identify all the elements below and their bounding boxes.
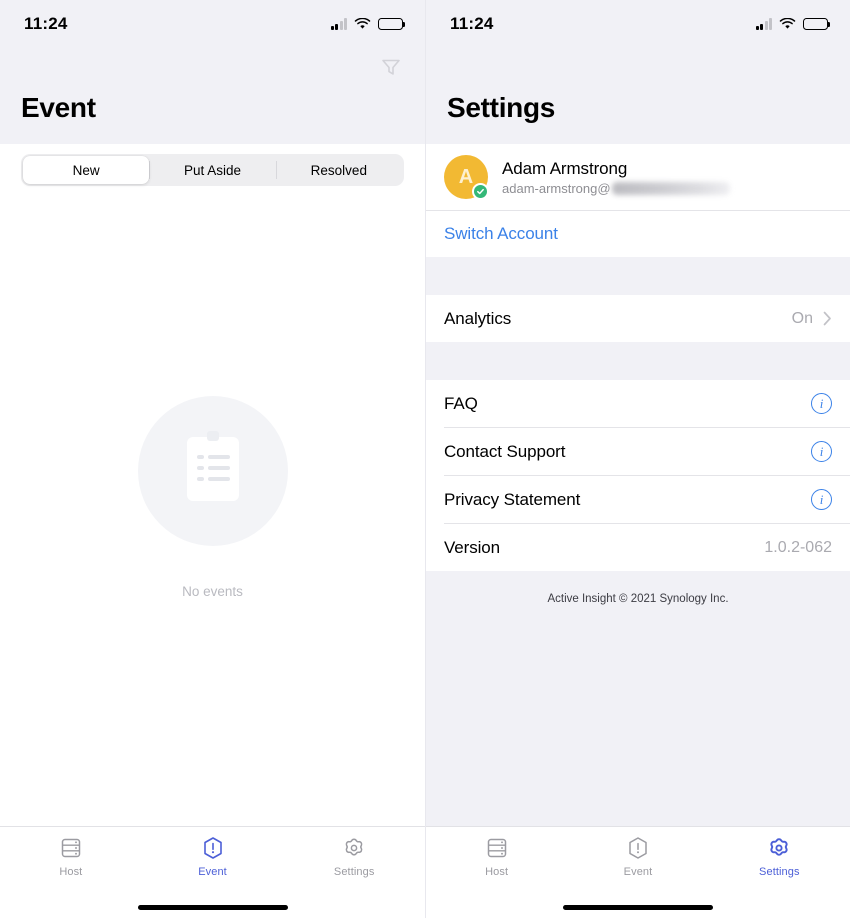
account-email: adam-armstrong@ — [502, 181, 730, 196]
row-faq-label: FAQ — [444, 393, 478, 413]
clipboard-icon — [186, 431, 239, 501]
battery-full-icon — [803, 18, 831, 30]
gear-icon — [345, 838, 363, 856]
row-privacy-statement-label: Privacy Statement — [444, 489, 581, 509]
nav-actions-right — [447, 48, 828, 86]
status-bar-left: 11:24 — [0, 0, 425, 48]
hexagon-exclamation-icon — [629, 837, 647, 859]
server-rack-icon — [487, 838, 506, 858]
row-privacy-statement[interactable]: Privacy Statement i — [426, 476, 850, 523]
check-badge-icon — [472, 183, 489, 200]
status-icons-right — [755, 18, 831, 30]
section-gap-2 — [426, 342, 850, 380]
settings-list: A Adam Armstrong adam-armstrong@ Switch … — [426, 144, 850, 826]
filter-funnel-icon[interactable] — [379, 55, 403, 79]
row-analytics-value: On — [791, 309, 813, 327]
account-name: Adam Armstrong — [502, 158, 628, 178]
account-email-redacted — [611, 181, 730, 195]
home-indicator-right — [563, 905, 713, 910]
page-title-settings: Settings — [447, 92, 556, 123]
segment-new[interactable]: New — [23, 156, 150, 184]
row-contact-support-label: Contact Support — [444, 441, 566, 461]
segmented-control-wrap: New Put Aside Resolved — [0, 144, 425, 198]
account-text: Adam Armstrong adam-armstrong@ — [502, 159, 730, 196]
status-time-right: 11:24 — [450, 14, 494, 33]
copyright-text: Active Insight © 2021 Synology Inc. — [426, 571, 850, 605]
tab-settings[interactable]: Settings — [283, 827, 425, 878]
avatar-wrap: A — [444, 155, 489, 200]
chevron-right-icon — [823, 311, 831, 326]
home-indicator-left — [137, 905, 288, 910]
row-analytics[interactable]: Analytics On — [426, 295, 850, 342]
tab-bar-left: Host Event Settings — [0, 826, 425, 918]
tab-settings-label: Settings — [759, 866, 800, 878]
segmented-control[interactable]: New Put Aside Resolved — [21, 154, 404, 186]
event-nav-header: Event — [0, 48, 425, 144]
row-contact-support[interactable]: Contact Support i — [426, 428, 850, 475]
battery-full-icon — [378, 18, 406, 30]
row-analytics-label: Analytics — [444, 308, 512, 328]
tab-event-label: Event — [198, 866, 227, 878]
segment-resolved[interactable]: Resolved — [276, 156, 402, 184]
settings-group-2: FAQ i Contact Support i Privacy Statemen… — [426, 380, 850, 571]
tab-host-label: Host — [59, 866, 83, 878]
settings-screen: 11:24 Settings A Adam Armstrong adam-arm… — [425, 0, 850, 918]
account-row[interactable]: A Adam Armstrong adam-armstrong@ — [426, 144, 850, 210]
gear-icon — [770, 838, 788, 856]
tab-event[interactable]: Event — [567, 827, 708, 878]
empty-state: No events — [0, 198, 425, 826]
server-rack-icon — [61, 838, 81, 858]
tab-bar-right: Host Event Settings — [426, 826, 850, 918]
settings-nav-header: Settings — [426, 48, 850, 144]
info-circle-icon[interactable]: i — [811, 441, 832, 462]
tab-event-label: Event — [623, 866, 653, 878]
switch-account-label: Switch Account — [444, 224, 558, 243]
cellular-bars-icon — [330, 18, 347, 30]
cellular-bars-icon — [755, 18, 772, 30]
wifi-icon — [779, 18, 796, 29]
row-version: Version 1.0.2-062 — [426, 524, 850, 571]
row-version-label: Version — [444, 537, 501, 557]
status-time: 11:24 — [24, 14, 68, 33]
tab-event[interactable]: Event — [142, 827, 284, 878]
event-screen: 11:24 Event New Put Aside Resolved No ev… — [0, 0, 425, 918]
tab-settings[interactable]: Settings — [709, 827, 850, 878]
status-icons — [330, 18, 406, 30]
wifi-icon — [354, 18, 371, 29]
empty-state-circle — [137, 396, 288, 546]
segment-put-aside[interactable]: Put Aside — [149, 156, 275, 184]
nav-actions — [21, 48, 403, 86]
settings-group-1: Analytics On — [426, 295, 850, 342]
status-bar-right: 11:24 — [426, 0, 850, 48]
tab-settings-label: Settings — [333, 866, 375, 878]
row-version-value: 1.0.2-062 — [764, 538, 832, 556]
info-circle-icon[interactable]: i — [811, 489, 832, 510]
empty-state-label: No events — [182, 584, 243, 599]
row-faq[interactable]: FAQ i — [426, 380, 850, 427]
switch-account-row[interactable]: Switch Account — [426, 211, 850, 257]
account-email-visible: adam-armstrong@ — [502, 180, 611, 196]
info-circle-icon[interactable]: i — [811, 393, 832, 414]
section-gap-1 — [426, 257, 850, 295]
dual-screenshot: 11:24 Event New Put Aside Resolved No ev… — [0, 0, 850, 918]
page-title: Event — [21, 92, 96, 123]
hexagon-exclamation-icon — [203, 837, 222, 859]
tab-host[interactable]: Host — [426, 827, 567, 878]
tab-host[interactable]: Host — [0, 827, 142, 878]
row-analytics-right: On — [792, 310, 832, 328]
tab-host-label: Host — [485, 866, 509, 878]
